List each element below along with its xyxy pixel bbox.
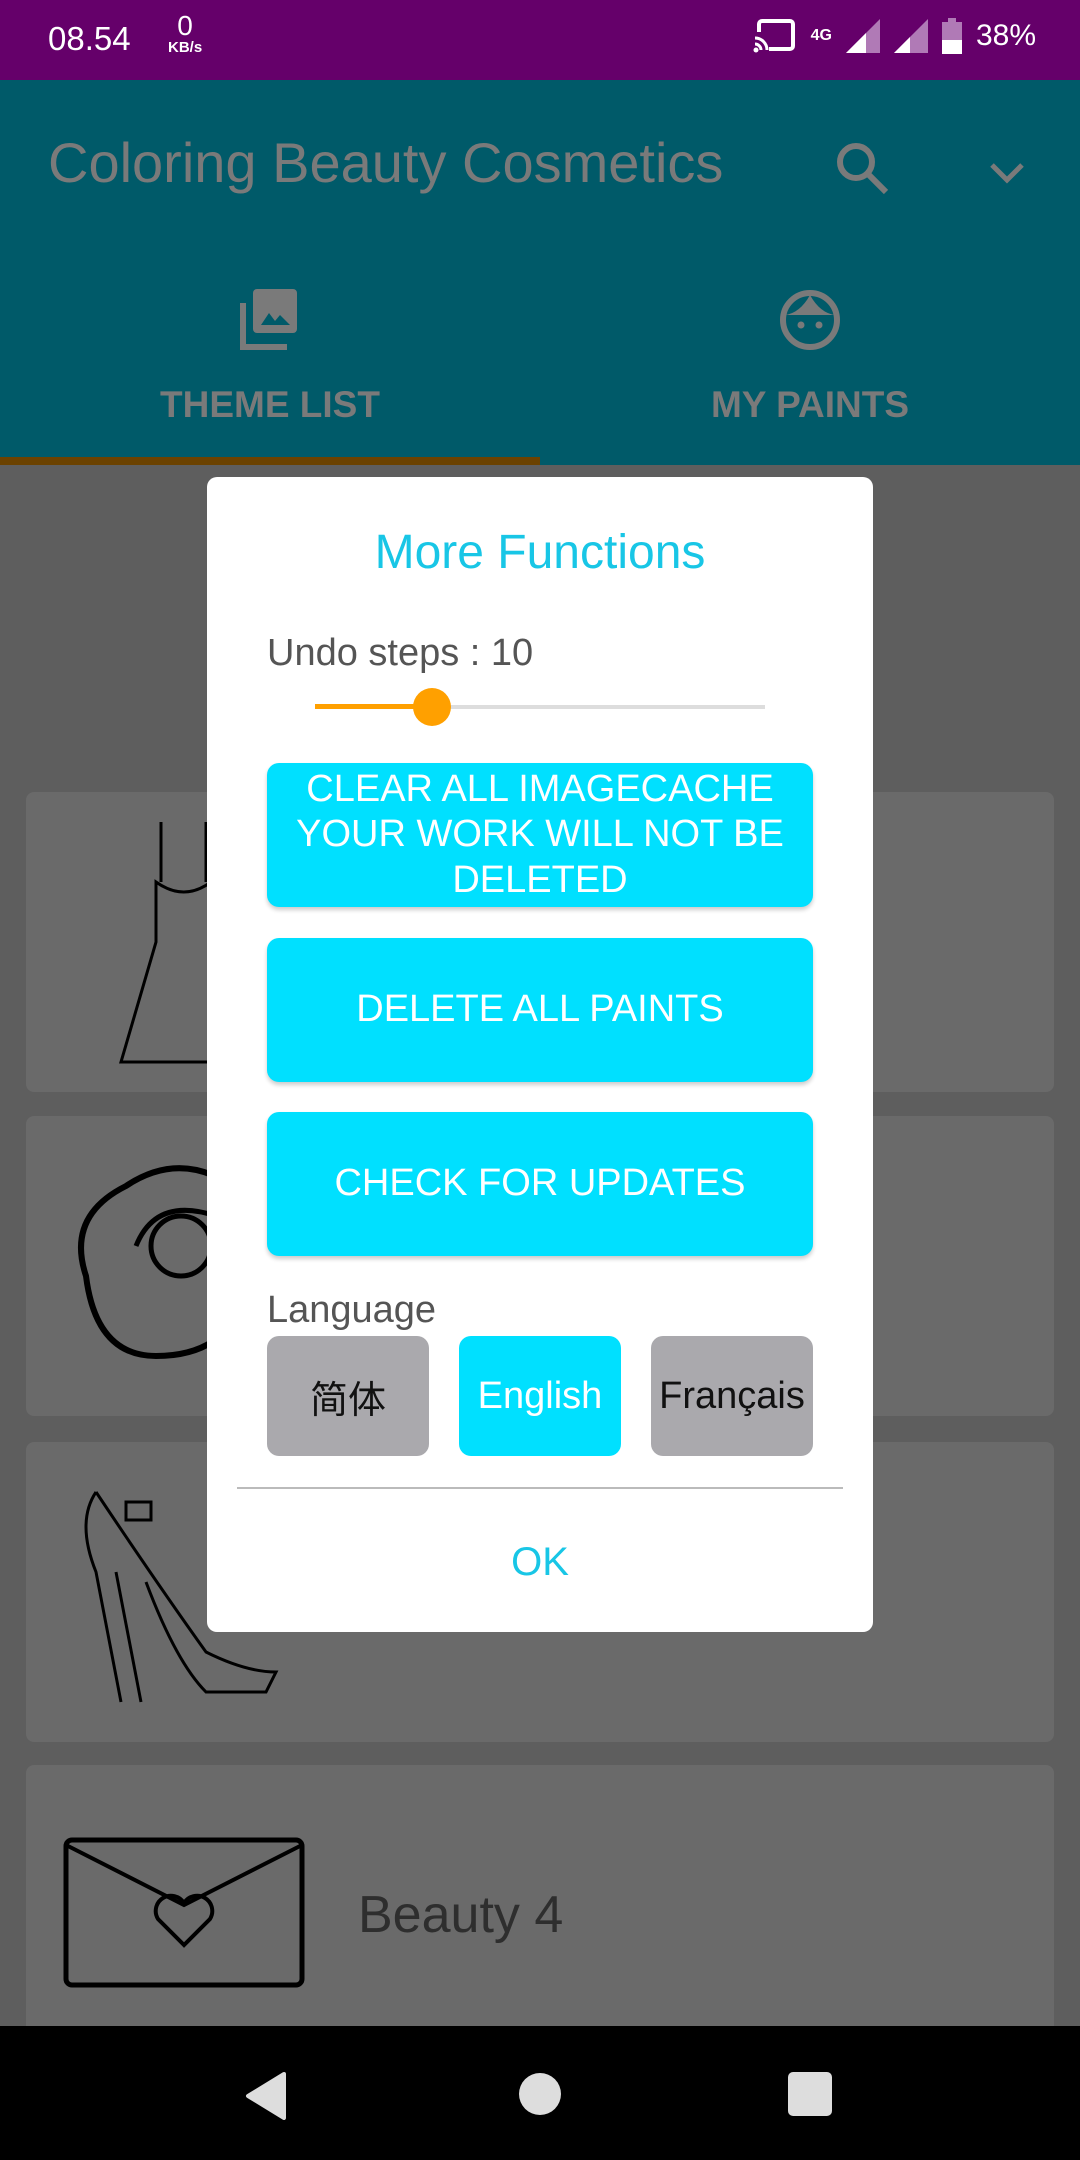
network-speed: 0 KB/s [168,10,203,56]
clock: 08.54 [48,20,131,57]
list-item[interactable]: Beauty 4 [26,1765,1054,2065]
list-item-name: Beauty 4 [358,1886,564,1944]
dialog-title: More Functions [374,526,706,579]
navigation-bar [0,2026,1080,2160]
app-bar: Coloring Beauty Cosmetics THEME LIST MY … [0,80,1080,465]
battery-percent: 38% [975,19,1036,52]
app-title: Coloring Beauty Cosmetics [48,131,724,194]
recents-icon[interactable] [788,2072,832,2116]
search-icon[interactable] [832,138,892,198]
signal-icon [845,19,880,53]
tab-label: THEME LIST [160,384,380,425]
network-type: 4G [810,27,832,44]
back-icon[interactable] [244,2072,288,2120]
face-icon [780,290,840,350]
tab-my-paints[interactable]: MY PAINTS [540,280,1080,465]
clear-imagecache-button[interactable]: CLEAR ALL IMAGECACHE YOUR WORK WILL NOT … [267,763,813,907]
chevron-down-icon[interactable] [982,148,1032,198]
photo-library-icon [240,289,297,350]
envelope-heart-thumbnail [63,1837,305,1988]
undo-steps-label: Undo steps : 10 [267,632,534,674]
check-for-updates-button[interactable]: CHECK FOR UPDATES [267,1112,813,1256]
language-label: Language [267,1289,437,1331]
tab-label: MY PAINTS [710,384,910,425]
signal-icon-2 [893,19,928,53]
language-french-button[interactable]: Français [651,1336,813,1456]
more-functions-dialog: More Functions Undo steps : 10 CLEAR ALL… [207,477,873,1632]
delete-all-paints-button[interactable]: DELETE ALL PAINTS [267,938,813,1082]
language-chinese-button[interactable]: 简体 [267,1336,429,1456]
slider-thumb[interactable] [413,688,451,726]
language-english-button[interactable]: English [459,1336,621,1456]
home-icon[interactable] [518,2072,562,2116]
divider [237,1487,843,1489]
cast-icon [752,19,795,54]
tab-theme-list[interactable]: THEME LIST [0,280,540,465]
battery-icon [941,18,962,54]
status-bar: 08.54 0 KB/s 4G 38% [0,0,1080,80]
ok-button[interactable]: OK [440,1527,640,1597]
tab-indicator [0,457,540,465]
undo-steps-slider[interactable] [315,688,765,726]
